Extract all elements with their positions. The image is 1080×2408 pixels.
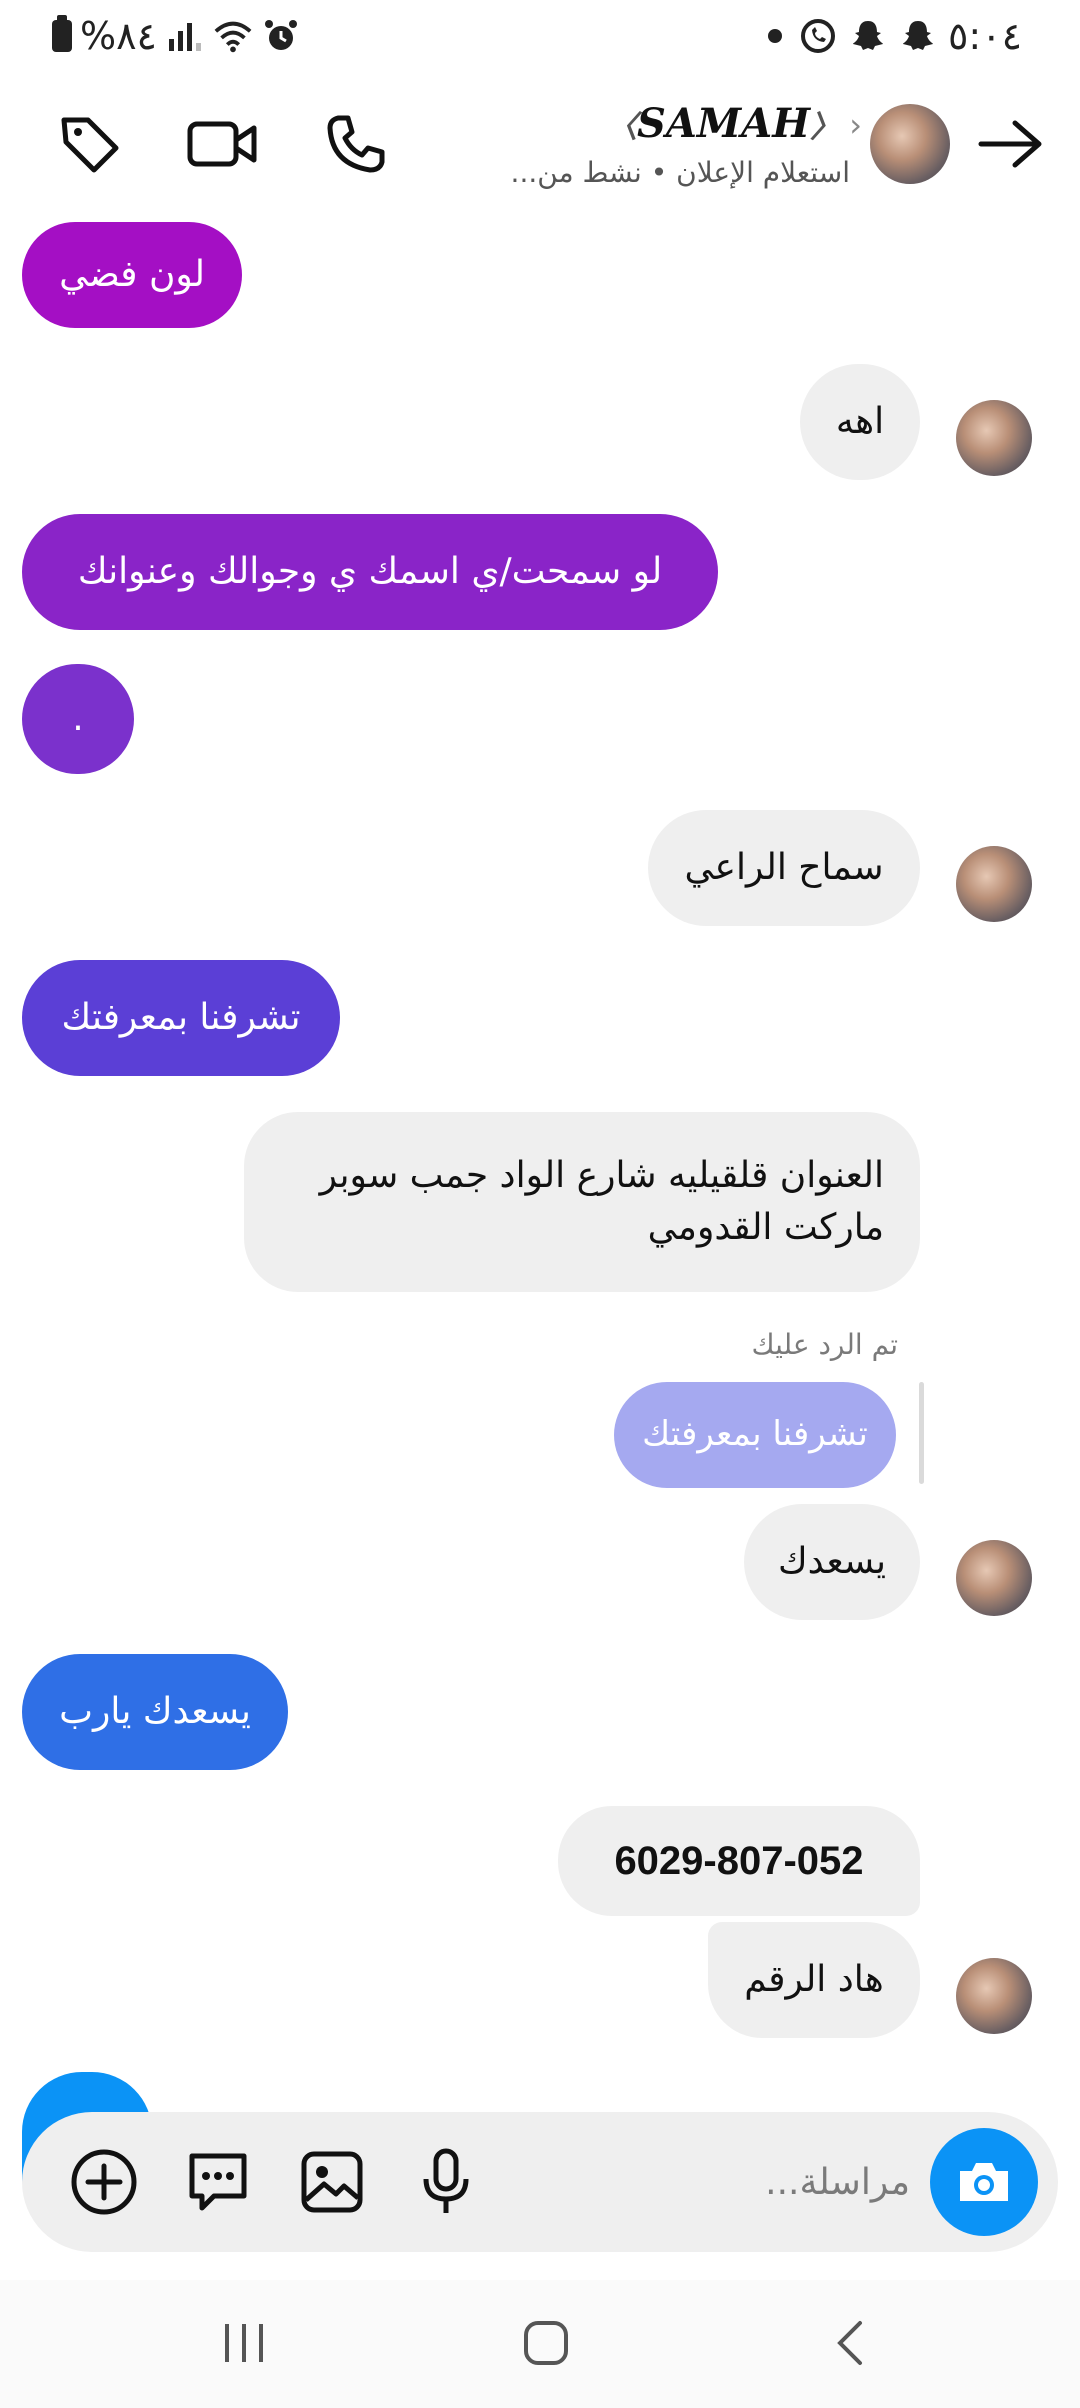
recent-apps-button[interactable]: [204, 2308, 284, 2378]
quoted-message[interactable]: تشرفنا بمعرفتك: [614, 1382, 896, 1488]
notification-dot: [767, 29, 782, 43]
message-text: هاد الرقم: [744, 1958, 884, 2000]
message-input[interactable]: [690, 2152, 910, 2212]
back-button[interactable]: [810, 2308, 890, 2378]
message-text: يسعدك: [777, 1540, 887, 1582]
signal-icon: [165, 16, 205, 56]
contact-avatar[interactable]: [870, 104, 950, 184]
microphone-icon[interactable]: [406, 2142, 486, 2222]
whatsapp-icon: [798, 16, 838, 56]
message-composer: [22, 2112, 1058, 2252]
status-right: ٥:٠٤: [767, 14, 1022, 58]
message-text: تشرفنا بمعرفتك: [61, 996, 301, 1038]
message-bubble-incoming[interactable]: سماح الراعي: [648, 810, 920, 926]
message-bubble-outgoing[interactable]: .: [22, 664, 134, 774]
message-list[interactable]: لون فضي اهه لو سمحت/ي اسمك ي وجوالك وعنو…: [0, 212, 1080, 2062]
message-bubble-outgoing[interactable]: يسعدك يارب: [22, 1654, 288, 1770]
gallery-icon[interactable]: [292, 2142, 372, 2222]
message-bubble-outgoing[interactable]: تشرفنا بمعرفتك: [22, 960, 340, 1076]
message-text: لون فضي: [59, 253, 205, 295]
home-button[interactable]: [506, 2308, 586, 2378]
tag-icon[interactable]: [50, 104, 130, 184]
sender-avatar[interactable]: [956, 400, 1032, 476]
reply-indicator-bar: [919, 1382, 924, 1484]
sender-avatar[interactable]: [956, 1540, 1032, 1616]
message-bubble-incoming[interactable]: العنوان قلقيليه شارع الواد جمب سوبر مارك…: [244, 1112, 920, 1292]
contact-subtitle: استعلام الإعلان • نشط من...: [510, 156, 850, 189]
clock: ٥:٠٤: [947, 14, 1022, 58]
contact-name[interactable]: 〈SAMAH〉: [607, 100, 840, 147]
add-icon[interactable]: [64, 2142, 144, 2222]
quoted-text: تشرفنا بمعرفتك: [642, 1414, 868, 1455]
battery-icon: [52, 15, 72, 52]
message-text: اهه: [835, 400, 885, 442]
message-bubble-outgoing[interactable]: لو سمحت/ي اسمك ي وجوالك وعنوانك: [22, 514, 718, 630]
message-bubble-incoming[interactable]: هاد الرقم: [708, 1922, 920, 2038]
message-text-line: ماركت القدومي: [647, 1207, 884, 1248]
message-text: .: [72, 697, 84, 739]
message-text-line: العنوان قلقيليه شارع الواد جمب سوبر: [319, 1154, 884, 1196]
message-bubble-outgoing[interactable]: لون فضي: [22, 222, 242, 328]
message-text: سماح الراعي: [684, 846, 884, 888]
message-bubble-incoming[interactable]: يسعدك: [744, 1504, 920, 1620]
message-text: يسعدك يارب: [59, 1690, 251, 1732]
video-call-icon[interactable]: [182, 104, 262, 184]
status-bar: %٨٤ ٥:٠٤: [0, 0, 1080, 72]
sender-avatar[interactable]: [956, 1958, 1032, 2034]
message-text: 6029-807-052: [614, 1839, 864, 1883]
reply-label: تم الرد عليك: [751, 1328, 898, 1361]
message-bubble-incoming[interactable]: اهه: [800, 364, 920, 480]
battery-percent: %٨٤: [80, 14, 157, 58]
system-navigation-bar: [0, 2280, 1080, 2408]
snapchat-icon: [898, 16, 938, 56]
camera-button[interactable]: [930, 2128, 1038, 2236]
snapchat-icon: [848, 16, 888, 56]
message-bubble-incoming[interactable]: 6029-807-052: [558, 1806, 920, 1916]
status-left: %٨٤: [52, 14, 301, 58]
chevron-right-icon[interactable]: ›: [849, 106, 862, 144]
wifi-icon: [213, 16, 253, 56]
camera-icon: [960, 2163, 1008, 2201]
phone-icon[interactable]: [316, 104, 396, 184]
chat-icon[interactable]: [178, 2142, 258, 2222]
back-arrow-icon[interactable]: [970, 104, 1050, 184]
alarm-icon: [261, 16, 301, 56]
message-text: لو سمحت/ي اسمك ي وجوالك وعنوانك: [77, 550, 663, 592]
sender-avatar[interactable]: [956, 846, 1032, 922]
chat-header: 〈SAMAH〉 › استعلام الإعلان • نشط من...: [0, 92, 1080, 212]
